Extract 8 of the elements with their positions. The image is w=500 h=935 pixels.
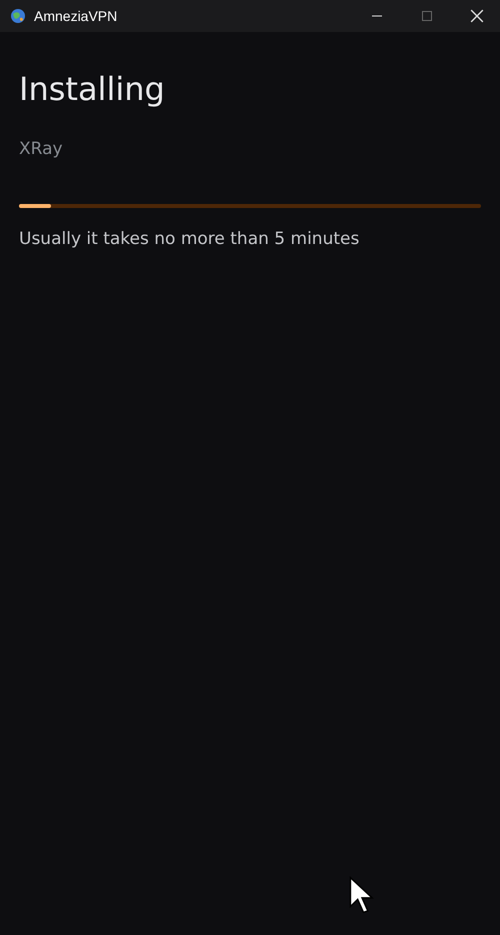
maximize-icon xyxy=(421,10,433,22)
hint-text: Usually it takes no more than 5 minutes xyxy=(19,228,360,250)
protocol-name: XRay xyxy=(19,138,64,160)
cursor-icon xyxy=(349,876,375,914)
window-title: AmneziaVPN xyxy=(34,8,118,24)
globe-icon xyxy=(10,8,26,24)
page-heading: Installing xyxy=(19,69,166,110)
close-icon xyxy=(470,9,484,23)
